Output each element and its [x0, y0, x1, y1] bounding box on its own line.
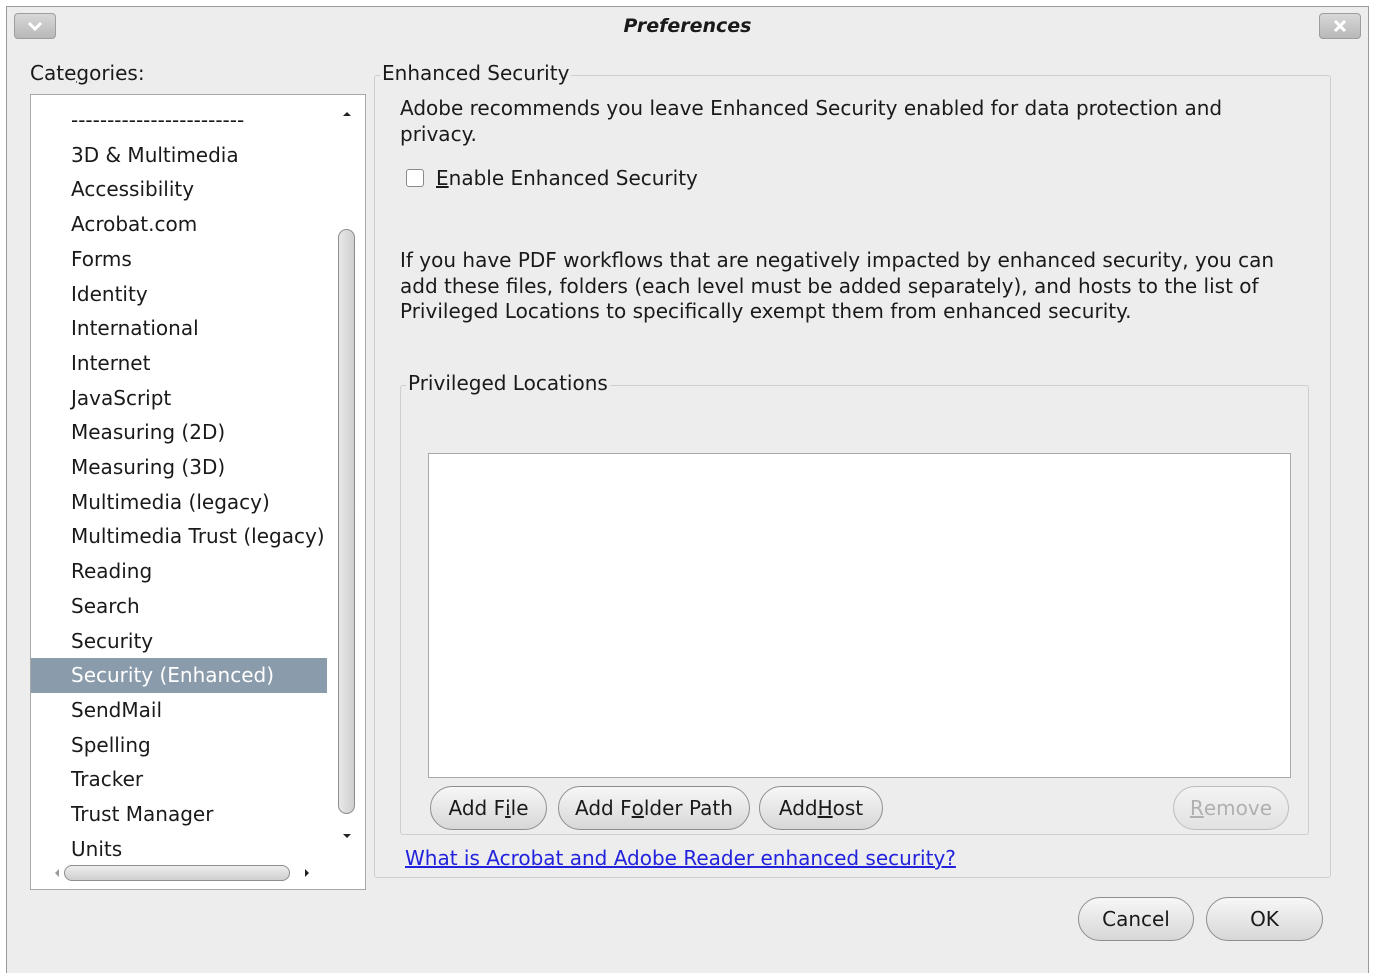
horizontal-scrollbar-thumb[interactable] — [64, 865, 290, 881]
category-item[interactable]: Security (Enhanced) — [31, 658, 327, 693]
category-item[interactable]: Acrobat.com — [31, 207, 327, 242]
category-item[interactable]: JavaScript — [31, 381, 327, 416]
close-icon — [1333, 19, 1347, 33]
scroll-right-arrow[interactable] — [299, 865, 315, 881]
triangle-left-icon — [55, 869, 59, 877]
triangle-down-icon — [343, 834, 351, 838]
categories-horizontal-scrollbar[interactable] — [31, 857, 365, 889]
enable-enhanced-security-label[interactable]: Enable Enhanced Security — [436, 166, 698, 190]
add-file-button[interactable]: Add Fi le — [430, 786, 547, 830]
triangle-right-icon — [305, 869, 309, 877]
category-item[interactable]: Forms — [31, 242, 327, 277]
remove-button[interactable]: Remove — [1173, 786, 1289, 830]
cancel-button[interactable]: Cancel — [1078, 897, 1194, 941]
scroll-down-arrow[interactable] — [333, 821, 361, 851]
add-folder-path-button[interactable]: Add Fo lder Path — [558, 786, 750, 830]
title-bar: Preferences — [7, 7, 1368, 47]
category-item[interactable]: International — [31, 311, 327, 346]
category-item[interactable]: Multimedia (legacy) — [31, 485, 327, 520]
scroll-up-arrow[interactable] — [333, 99, 361, 129]
category-item[interactable]: Internet — [31, 346, 327, 381]
categories-vertical-scrollbar[interactable] — [333, 99, 361, 851]
privileged-locations-legend: Privileged Locations — [406, 371, 610, 395]
category-item[interactable]: Units — [31, 832, 327, 857]
category-item[interactable]: Security — [31, 624, 327, 659]
enable-enhanced-security-checkbox-row[interactable]: Enable Enhanced Security — [406, 166, 698, 190]
category-item[interactable]: SendMail — [31, 693, 327, 728]
category-item[interactable]: ------------------------ — [31, 103, 327, 138]
privileged-locations-list[interactable] — [428, 453, 1291, 778]
categories-list[interactable]: ------------------------ 3D & Multimedia A… — [30, 94, 366, 890]
scrollbar-thumb[interactable] — [338, 229, 355, 814]
enable-enhanced-security-checkbox[interactable] — [406, 169, 424, 187]
category-item[interactable]: Trust Manager — [31, 797, 327, 832]
category-item[interactable]: Measuring (3D) — [31, 450, 327, 485]
ok-button[interactable]: OK — [1206, 897, 1323, 941]
enhanced-security-legend: Enhanced Security — [380, 61, 572, 85]
category-item[interactable]: Multimedia Trust (legacy) — [31, 519, 327, 554]
category-item[interactable]: Measuring (2D) — [31, 415, 327, 450]
workflow-note-text: If you have PDF workflows that are negat… — [400, 248, 1275, 323]
recommendation-text: Adobe recommends you leave Enhanced Secu… — [400, 96, 1223, 146]
category-item[interactable]: Identity — [31, 277, 327, 312]
category-item[interactable]: 3D & Multimedia — [31, 138, 327, 173]
window-close-button[interactable] — [1319, 13, 1361, 39]
scroll-left-arrow[interactable] — [49, 865, 65, 881]
triangle-up-icon — [343, 112, 351, 116]
add-host-button[interactable]: Add Host — [759, 786, 883, 830]
category-item[interactable]: Spelling — [31, 728, 327, 763]
categories-label: Categories: — [30, 61, 145, 85]
category-item[interactable]: Reading — [31, 554, 327, 589]
category-item[interactable]: Tracker — [31, 762, 327, 797]
window-title: Preferences — [623, 15, 752, 37]
categories-items: ------------------------ 3D & Multimedia A… — [31, 95, 327, 857]
category-item[interactable]: Search — [31, 589, 327, 624]
category-item[interactable]: Accessibility — [31, 172, 327, 207]
enhanced-security-help-link[interactable]: What is Acrobat and Adobe Reader enhance… — [405, 846, 956, 870]
